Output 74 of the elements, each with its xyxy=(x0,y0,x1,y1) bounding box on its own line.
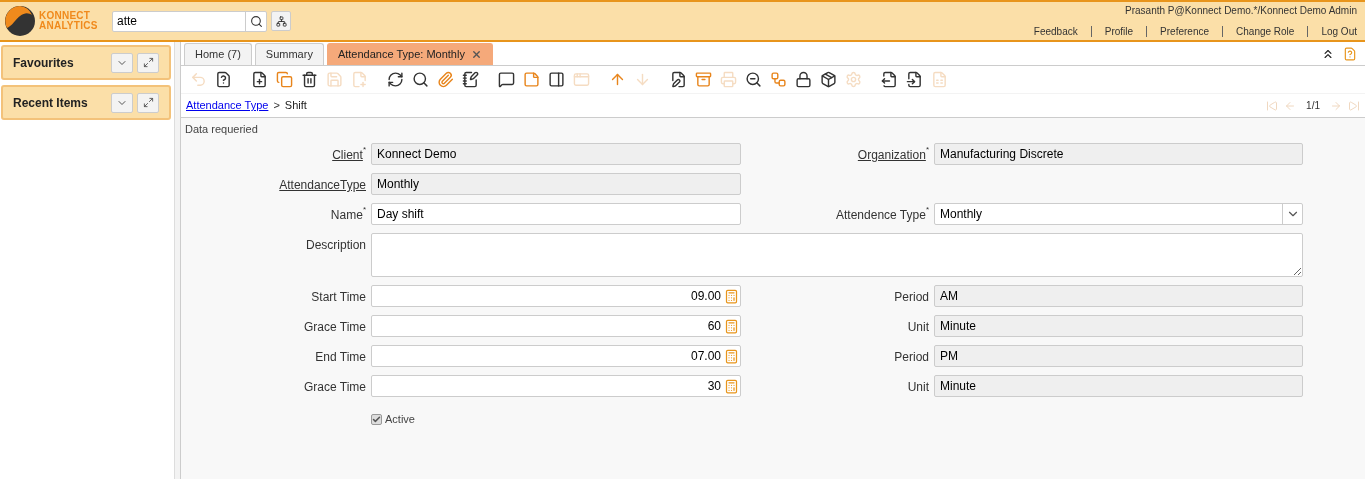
field-label: Attendence Type xyxy=(836,208,926,224)
field-label: End Time xyxy=(315,349,366,366)
text-field[interactable]: Day shift xyxy=(371,203,741,225)
logo-icon xyxy=(4,5,36,37)
text-field[interactable]: Minute xyxy=(934,315,1303,337)
header-link[interactable]: Feedback xyxy=(1033,24,1078,39)
calculator-icon[interactable] xyxy=(724,318,739,334)
first-record-icon[interactable] xyxy=(1266,99,1279,112)
dropdown-field[interactable]: Monthly xyxy=(934,203,1303,225)
user-info: Prasanth P@Konnect Demo.*/Konnect Demo Admin xyxy=(1125,4,1357,18)
header-link[interactable]: Preference xyxy=(1160,24,1210,39)
field-label: Grace Time xyxy=(304,379,366,396)
logo-text: KONNECT xyxy=(39,11,92,21)
expand-icon xyxy=(142,97,154,108)
field-label: Start Time xyxy=(311,289,366,306)
number-field[interactable]: 09.00 xyxy=(371,285,741,307)
status-message: Data requeried xyxy=(184,122,259,137)
description-field[interactable] xyxy=(371,233,1303,277)
field-label: Unit xyxy=(907,379,929,396)
field-label[interactable]: Organization xyxy=(857,146,926,164)
sidebar-panel[interactable]: Favourites xyxy=(1,45,171,80)
text-field[interactable]: Konnect Demo xyxy=(371,143,741,165)
text-field[interactable]: PM xyxy=(934,345,1303,367)
expand-button[interactable] xyxy=(137,52,159,73)
calculator-icon[interactable] xyxy=(724,348,739,364)
field-label: Description xyxy=(305,237,366,254)
field-label: Unit xyxy=(907,319,929,336)
checkbox[interactable] xyxy=(371,413,382,425)
checkbox-label: Active xyxy=(385,412,415,427)
tab[interactable]: Home (7) xyxy=(184,43,252,65)
expand-icon xyxy=(142,57,154,68)
expand-button[interactable] xyxy=(137,92,159,113)
field-label[interactable]: Client xyxy=(332,146,363,164)
field-label: Period xyxy=(894,349,929,366)
text-field[interactable]: Manufacturing Discrete xyxy=(934,143,1303,165)
last-record-icon[interactable] xyxy=(1348,99,1360,112)
header-link[interactable]: Log Out xyxy=(1321,24,1357,39)
text-field[interactable]: Monthly xyxy=(371,173,741,195)
search-field[interactable]: atte xyxy=(112,10,267,32)
sidebar-panel[interactable]: Recent Items xyxy=(1,85,171,120)
record-counter: 1/1 xyxy=(1306,99,1320,113)
breadcrumb-current: Shift xyxy=(284,98,307,114)
breadcrumb-link[interactable]: Attendance Type xyxy=(186,97,269,114)
field-label: Grace Time xyxy=(304,319,366,336)
required-mark: * xyxy=(362,146,366,154)
check-icon xyxy=(372,414,381,424)
close-icon[interactable] xyxy=(470,49,482,60)
sitemap-icon xyxy=(275,15,287,27)
search-icon[interactable] xyxy=(249,14,263,28)
required-mark: * xyxy=(925,206,929,214)
tab[interactable]: Summary xyxy=(254,43,324,65)
collapse-button[interactable] xyxy=(111,52,133,73)
header-link[interactable]: Profile xyxy=(1104,24,1134,39)
required-mark: * xyxy=(362,206,366,214)
field-label[interactable]: AttendanceType xyxy=(279,176,366,194)
text-field[interactable]: Minute xyxy=(934,375,1303,397)
breadcrumb-separator: > xyxy=(273,98,280,114)
panel-title: Favourites xyxy=(13,54,75,72)
required-mark: * xyxy=(925,146,929,154)
field-label: Period xyxy=(894,289,929,306)
panel-title: Recent Items xyxy=(13,94,89,112)
text-field[interactable]: AM xyxy=(934,285,1303,307)
header-link[interactable]: Change Role xyxy=(1236,24,1295,39)
collapse-button[interactable] xyxy=(111,92,133,113)
calculator-icon[interactable] xyxy=(724,378,739,394)
collapse-icon[interactable] xyxy=(1321,47,1335,61)
number-field[interactable]: 07.00 xyxy=(371,345,741,367)
sitemap-button[interactable] xyxy=(271,11,291,31)
number-field[interactable]: 30 xyxy=(371,375,741,397)
tab[interactable]: Attendance Type: Monthly xyxy=(326,43,493,65)
logo-text: ANALYTICS xyxy=(39,21,98,31)
number-field[interactable]: 60 xyxy=(371,315,741,337)
field-label: Name xyxy=(330,208,363,224)
calculator-icon[interactable] xyxy=(724,288,739,304)
